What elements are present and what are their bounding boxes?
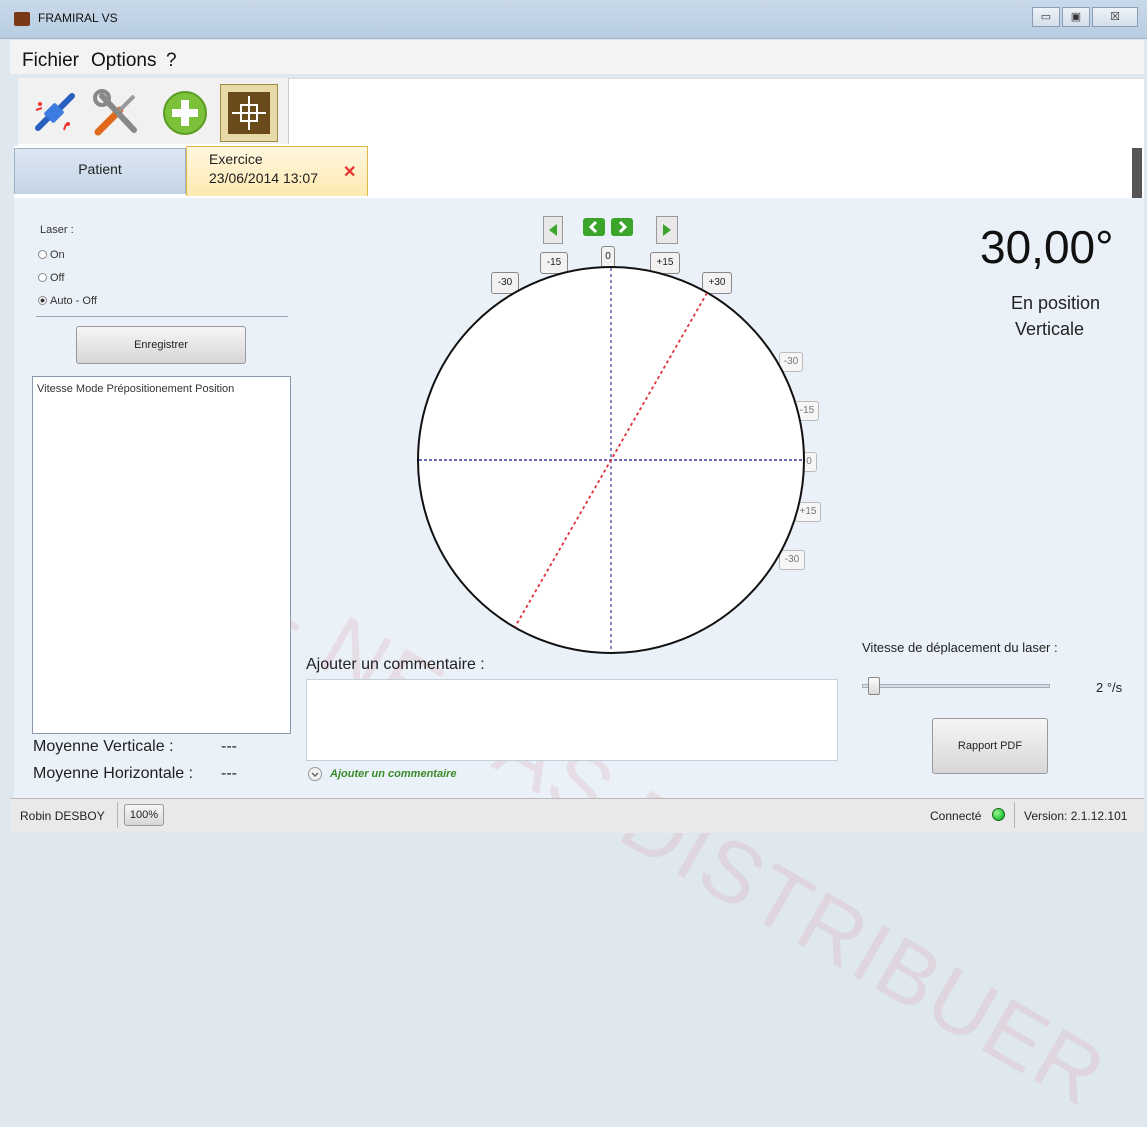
divider xyxy=(36,316,288,317)
speed-slider-thumb[interactable] xyxy=(868,677,880,695)
connected-indicator-icon xyxy=(992,808,1005,821)
step-right-button[interactable] xyxy=(611,218,633,236)
radio-on-label: On xyxy=(50,249,65,261)
crosshair-icon[interactable] xyxy=(220,84,278,142)
pdf-report-button[interactable]: Rapport PDF xyxy=(932,718,1048,774)
tools-icon[interactable] xyxy=(90,86,144,140)
status-separator-2 xyxy=(1014,802,1015,828)
measurements-list[interactable]: Vitesse Mode Prépositionement Position xyxy=(32,376,291,734)
user-name: Robin DESBOY xyxy=(20,809,105,823)
radio-on-icon xyxy=(38,250,47,259)
rotate-left-button[interactable] xyxy=(543,216,563,244)
chevron-right-icon xyxy=(618,220,628,234)
tab-exercice[interactable]: Exercice 23/06/2014 13:07 ✕ xyxy=(186,146,368,196)
step-left-button[interactable] xyxy=(583,218,605,236)
tab-exercice-date: 23/06/2014 13:07 xyxy=(209,170,318,186)
chevron-left-icon xyxy=(588,220,598,234)
average-vertical-value: --- xyxy=(221,738,237,755)
connection-status: Connecté xyxy=(930,809,982,823)
speed-label: Vitesse de déplacement du laser : xyxy=(862,640,1058,655)
radio-on[interactable]: On xyxy=(38,249,65,261)
window-title: FRAMIRAL VS xyxy=(38,11,118,25)
tab-patient-label: Patient xyxy=(78,161,122,177)
radio-off-label: Off xyxy=(50,272,65,284)
radio-off[interactable]: Off xyxy=(38,272,64,284)
add-comment-link[interactable]: Ajouter un commentaire xyxy=(330,768,457,780)
angle-circle xyxy=(417,266,805,654)
angle-value: 30,00° xyxy=(980,221,1114,273)
close-tab-icon[interactable]: ✕ xyxy=(343,162,356,182)
average-vertical-label: Moyenne Verticale : xyxy=(33,738,174,755)
title-bar xyxy=(0,0,1147,39)
chevron-down-icon xyxy=(311,772,319,778)
maximize-button[interactable]: ▣ xyxy=(1062,7,1090,27)
angle-status-line1: En position xyxy=(1011,293,1101,313)
add-icon[interactable] xyxy=(158,86,212,140)
record-button[interactable]: Enregistrer xyxy=(76,326,246,364)
radio-off-icon xyxy=(38,273,47,282)
menu-options[interactable]: Options xyxy=(91,50,156,72)
connect-icon[interactable] xyxy=(28,86,82,140)
speed-slider-track[interactable] xyxy=(862,684,1050,688)
radio-auto-off-label: Auto - Off xyxy=(50,295,97,307)
comment-title: Ajouter un commentaire : xyxy=(306,656,485,673)
close-window-button[interactable]: ☒ xyxy=(1092,7,1138,27)
arrow-left-icon xyxy=(549,224,557,236)
angle-status-line2: Verticale xyxy=(1015,319,1085,339)
minimize-button[interactable]: ▭ xyxy=(1032,7,1060,27)
expand-comment-icon[interactable] xyxy=(308,767,322,781)
menu-bar xyxy=(10,40,1144,74)
comment-input[interactable] xyxy=(306,679,838,761)
zoom-button[interactable]: 100% xyxy=(124,804,164,826)
laser-label: Laser : xyxy=(40,224,74,236)
average-horizontal-label: Moyenne Horizontale : xyxy=(33,765,194,782)
tab-patient[interactable]: Patient xyxy=(14,148,186,194)
speed-value: 2 °/s xyxy=(1096,680,1123,695)
scrollbar-thumb[interactable] xyxy=(1132,148,1142,202)
radio-auto-off[interactable]: Auto - Off xyxy=(38,295,97,307)
menu-fichier[interactable]: Fichier xyxy=(22,50,79,72)
arrow-right-icon xyxy=(663,224,671,236)
radio-auto-off-icon xyxy=(38,296,47,305)
menu-help[interactable]: ? xyxy=(166,50,177,72)
tab-exercice-title: Exercice xyxy=(209,151,263,167)
average-horizontal-value: --- xyxy=(221,765,237,782)
list-header: Vitesse Mode Prépositionement Position xyxy=(37,383,235,395)
rotate-right-button[interactable] xyxy=(656,216,678,244)
version-label: Version: 2.1.12.101 xyxy=(1024,809,1128,823)
status-separator xyxy=(117,802,118,828)
app-icon xyxy=(14,12,30,26)
